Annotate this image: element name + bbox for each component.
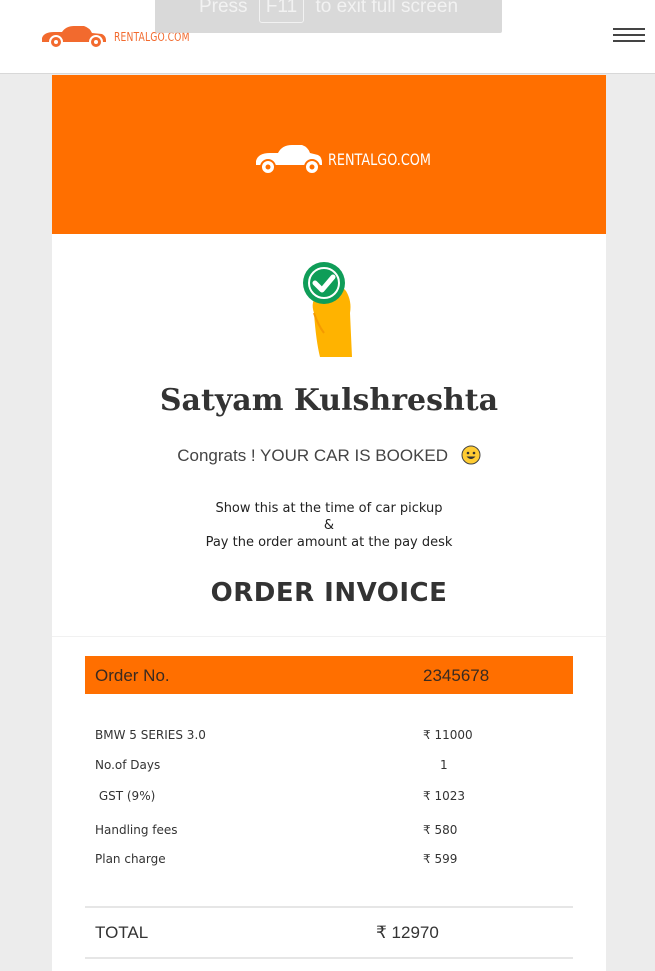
- customer-name: Satyam Kulshreshta: [159, 383, 499, 418]
- instruction-line: &: [323, 518, 335, 533]
- line-item-value: ₹ 11000: [423, 728, 473, 742]
- total-label: TOTAL: [95, 923, 149, 942]
- line-item-value: ₹ 580: [423, 823, 458, 837]
- line-item-label: Handling fees: [95, 823, 178, 837]
- car-logo-icon: [42, 26, 106, 49]
- banner-logo: RENTALGO.COM: [254, 141, 457, 177]
- order-number-row: Order No. 2345678: [85, 656, 573, 694]
- divider: [52, 636, 606, 637]
- line-item-value: ₹ 1023: [423, 789, 465, 803]
- divider: [85, 906, 573, 908]
- hand-check-icon: [303, 262, 352, 357]
- instruction-line: Show this at the time of car pickup: [215, 501, 443, 516]
- banner: RENTALGO.COM: [52, 75, 606, 234]
- fullscreen-hint-prefix: Press: [198, 0, 248, 17]
- fullscreen-hint: Press F11 to exit full screen: [155, 0, 502, 33]
- line-item-label: No.of Days: [95, 758, 161, 772]
- fullscreen-hint-key: F11: [258, 0, 305, 23]
- fullscreen-hint-suffix: to exit full screen: [315, 0, 459, 17]
- instruction-line: Pay the order amount at the pay desk: [205, 535, 453, 550]
- menu-button[interactable]: [613, 28, 645, 46]
- total-value: ₹ 12970: [376, 923, 439, 942]
- divider: [85, 957, 573, 959]
- invoice-title: ORDER INVOICE: [210, 578, 448, 608]
- line-item-value: 1: [440, 758, 448, 772]
- menu-icon: [613, 28, 645, 30]
- line-item-label: GST (9%): [95, 789, 156, 803]
- pickup-instructions: Show this at the time of car pickup & Pa…: [52, 500, 606, 551]
- line-item-label: Plan charge: [95, 852, 166, 866]
- invoice-card: RENTALGO.COM Satyam Kulshreshta Congrats…: [52, 75, 606, 971]
- congrats-text: Congrats ! YOUR CAR IS BOOKED: [177, 446, 449, 465]
- total-row: TOTAL ₹ 12970: [85, 920, 573, 950]
- booking-confirmation: Congrats ! YOUR CAR IS BOOKED: [52, 445, 606, 466]
- car-logo-icon: [256, 145, 322, 175]
- order-number-value: 2345678: [423, 666, 490, 685]
- order-number-label: Order No.: [95, 666, 170, 685]
- smiley-icon: [461, 445, 481, 465]
- line-item-label: BMW 5 SERIES 3.0: [95, 728, 206, 742]
- banner-logo-text: RENTALGO.COM: [328, 149, 431, 169]
- line-item-value: ₹ 599: [423, 852, 458, 866]
